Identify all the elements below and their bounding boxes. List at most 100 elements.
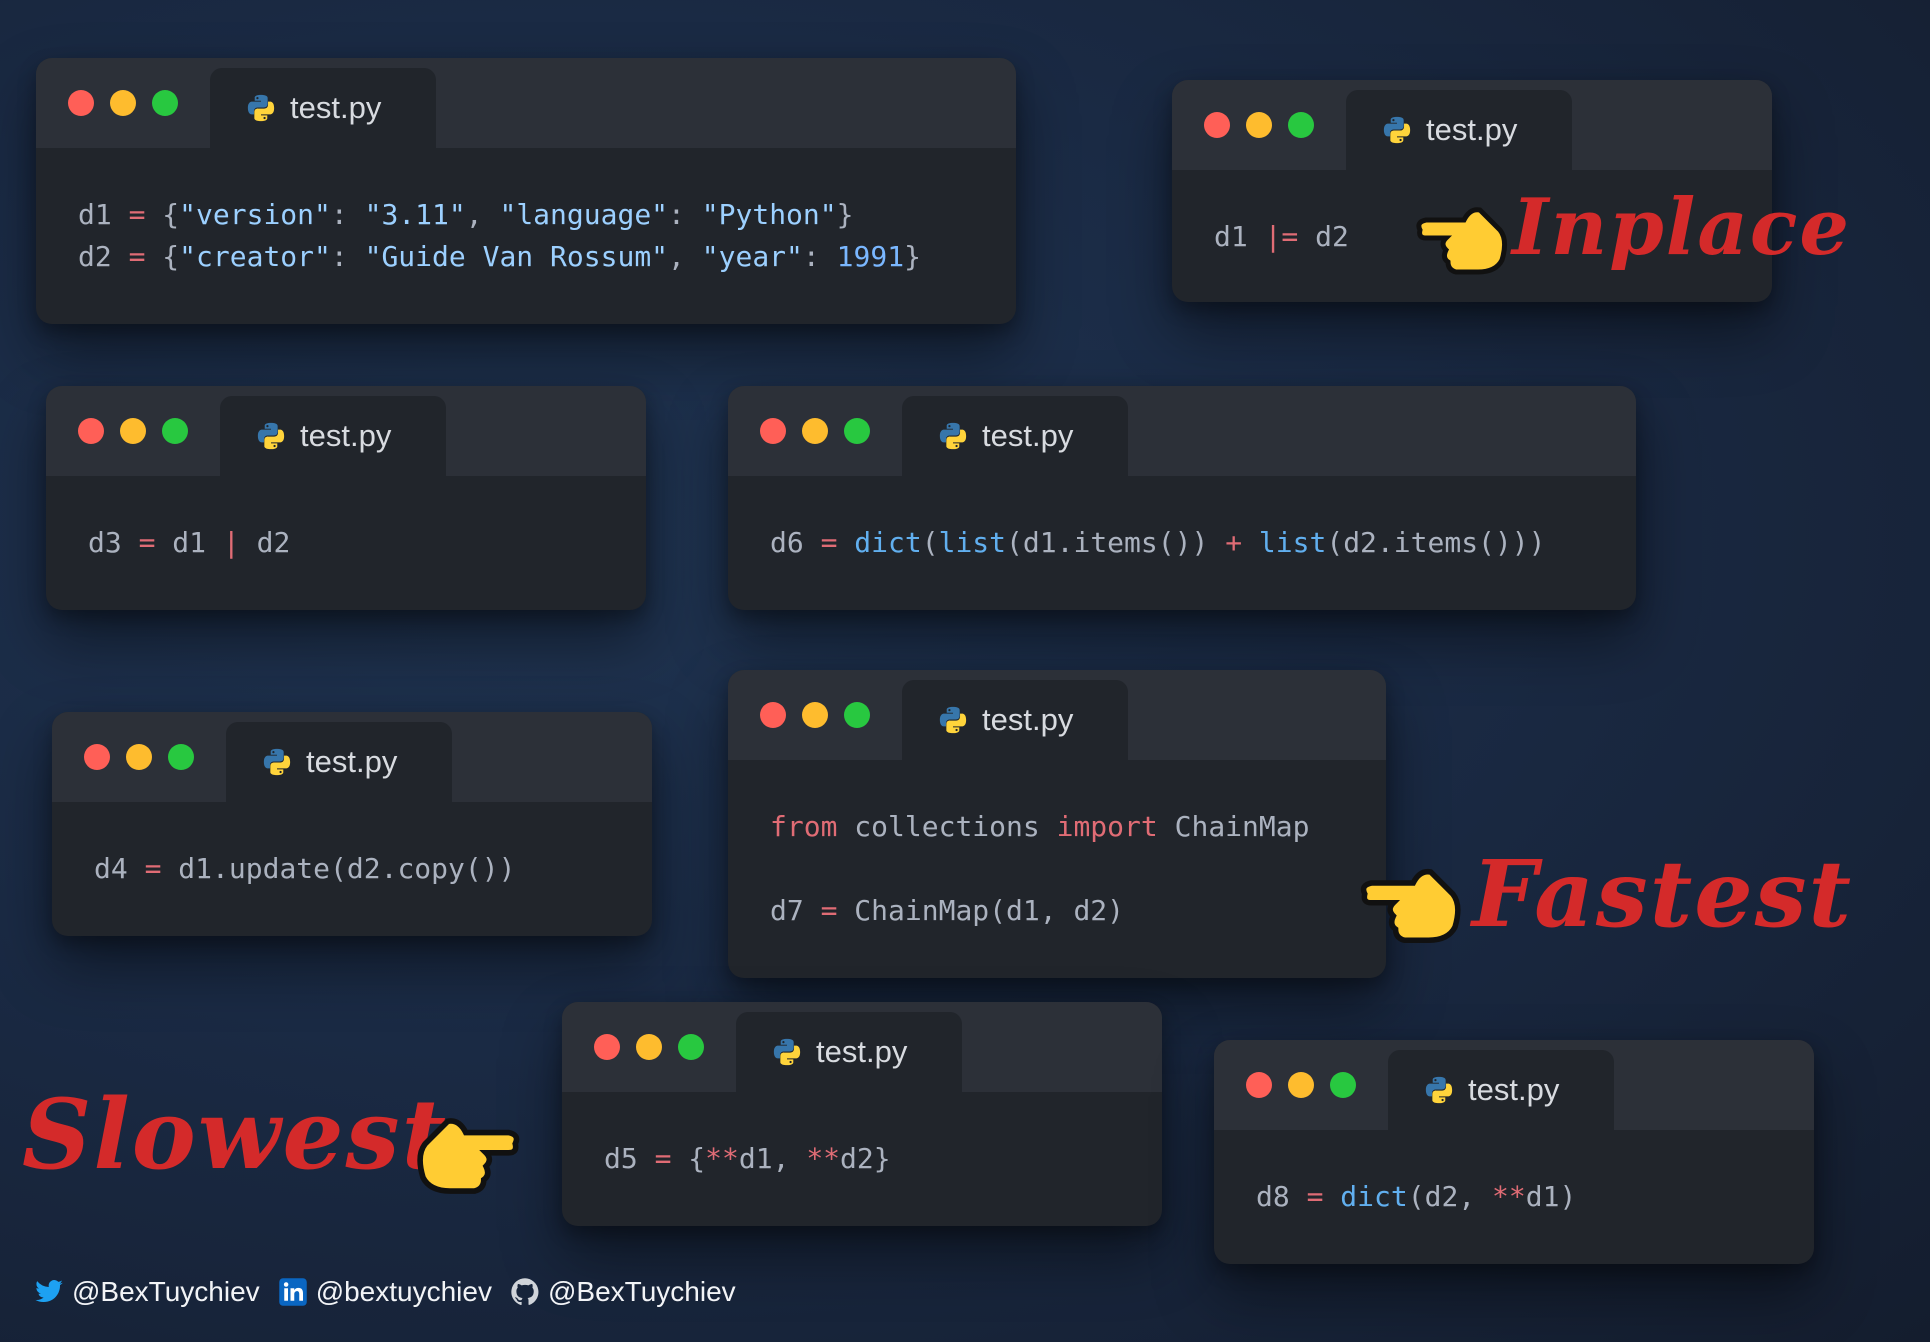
minimize-dot-icon[interactable] (110, 90, 136, 116)
code-token-kw: = (144, 852, 162, 885)
close-dot-icon[interactable] (78, 418, 104, 444)
github-handle[interactable]: @BexTuychiev (510, 1276, 736, 1308)
maximize-dot-icon[interactable] (162, 418, 188, 444)
close-dot-icon[interactable] (760, 418, 786, 444)
code-block: d6 = dict(list(d1.items()) + list(d2.ite… (728, 476, 1636, 564)
footer: @BexTuychiev @bextuychiev @BexTuychiev (34, 1276, 754, 1308)
code-token-kw: ** (705, 1142, 739, 1175)
code-token-kw: |= (1264, 220, 1299, 253)
maximize-dot-icon[interactable] (678, 1034, 704, 1060)
code-token-str: "language" (499, 198, 669, 231)
close-dot-icon[interactable] (84, 744, 110, 770)
close-dot-icon[interactable] (594, 1034, 620, 1060)
code-token: d5 (604, 1142, 655, 1175)
file-tab-label: test.py (982, 418, 1074, 453)
maximize-dot-icon[interactable] (1330, 1072, 1356, 1098)
code-token-str: "version" (179, 198, 331, 231)
python-logo-icon (1425, 1076, 1453, 1104)
window-controls (594, 1034, 704, 1060)
code-window: test.py d3 = d1 | d2 (46, 386, 646, 610)
code-token-num: 1991 (836, 240, 905, 273)
code-line: d5 = {**d1, **d2} (604, 1138, 1162, 1180)
python-logo-icon (247, 94, 275, 122)
github-icon (511, 1278, 539, 1306)
file-tab[interactable]: test.py (210, 68, 436, 148)
maximize-dot-icon[interactable] (844, 418, 870, 444)
minimize-dot-icon[interactable] (120, 418, 146, 444)
code-token: d1 (1214, 220, 1265, 253)
minimize-dot-icon[interactable] (1288, 1072, 1314, 1098)
file-tab[interactable]: test.py (1346, 90, 1572, 170)
code-block: d1 = {"version": "3.11", "language": "Py… (36, 148, 1016, 278)
linkedin-handle-text: @bextuychiev (315, 1276, 492, 1307)
code-token: { (145, 240, 180, 273)
file-tab[interactable]: test.py (220, 396, 446, 476)
code-token: , (668, 240, 702, 273)
code-token: ( (921, 526, 939, 559)
window-titlebar: test.py (728, 386, 1636, 476)
maximize-dot-icon[interactable] (1288, 112, 1314, 138)
file-tab-label: test.py (300, 418, 392, 453)
code-token-str: "Guide Van Rossum" (364, 240, 669, 273)
minimize-dot-icon[interactable] (802, 418, 828, 444)
minimize-dot-icon[interactable] (636, 1034, 662, 1060)
window-controls (1204, 112, 1314, 138)
file-tab[interactable]: test.py (226, 722, 452, 802)
code-window: test.py from collections import ChainMap … (728, 670, 1386, 978)
close-dot-icon[interactable] (1204, 112, 1230, 138)
code-line: d7 = ChainMap(d1, d2) (770, 890, 1386, 932)
window-titlebar: test.py (728, 670, 1386, 760)
code-line: d4 = d1.update(d2.copy()) (94, 848, 652, 890)
window-controls (760, 418, 870, 444)
code-block: d3 = d1 | d2 (46, 476, 646, 564)
close-dot-icon[interactable] (68, 90, 94, 116)
code-line: d6 = dict(list(d1.items()) + list(d2.ite… (770, 522, 1636, 564)
linkedin-handle[interactable]: @bextuychiev (278, 1276, 492, 1308)
close-dot-icon[interactable] (760, 702, 786, 728)
pointing-hand-icon (417, 1118, 520, 1194)
file-tab[interactable]: test.py (1388, 1050, 1614, 1130)
code-token-kw: = (820, 894, 838, 927)
code-token: d4 (94, 852, 145, 885)
code-token-str: "3.11" (364, 198, 466, 231)
minimize-dot-icon[interactable] (126, 744, 152, 770)
code-token: d1.update(d2.copy()) (161, 852, 516, 885)
window-controls (84, 744, 194, 770)
code-token-kw: + (1225, 526, 1243, 559)
code-token: : (330, 240, 365, 273)
code-block: from collections import ChainMap d7 = Ch… (728, 760, 1386, 932)
window-titlebar: test.py (562, 1002, 1162, 1092)
file-tab[interactable]: test.py (902, 396, 1128, 476)
code-token-kw: = (820, 526, 838, 559)
file-tab[interactable]: test.py (902, 680, 1128, 760)
code-token: collections (837, 810, 1057, 843)
file-tab-label: test.py (1468, 1072, 1560, 1107)
code-token: : (668, 198, 702, 231)
file-tab[interactable]: test.py (736, 1012, 962, 1092)
window-titlebar: test.py (1172, 80, 1772, 170)
python-logo-icon (773, 1038, 801, 1066)
pointing-hand-icon (1360, 868, 1461, 943)
window-controls (1246, 1072, 1356, 1098)
maximize-dot-icon[interactable] (168, 744, 194, 770)
code-token-kw: = (1306, 1180, 1324, 1213)
code-token-kw: = (654, 1142, 672, 1175)
python-logo-icon (1383, 116, 1411, 144)
code-block: d8 = dict(d2, **d1) (1214, 1130, 1814, 1218)
twitter-icon (35, 1280, 63, 1303)
code-token: d8 (1256, 1180, 1307, 1213)
code-window: test.py d8 = dict(d2, **d1) (1214, 1040, 1814, 1264)
minimize-dot-icon[interactable] (1246, 112, 1272, 138)
code-token: : (802, 240, 837, 273)
minimize-dot-icon[interactable] (802, 702, 828, 728)
code-token-kw: ** (1492, 1180, 1526, 1213)
twitter-handle-text: @BexTuychiev (72, 1276, 260, 1307)
slowest-annotation: Slowest (22, 1078, 448, 1191)
maximize-dot-icon[interactable] (844, 702, 870, 728)
close-dot-icon[interactable] (1246, 1072, 1272, 1098)
code-token: d1, (738, 1142, 807, 1175)
code-token-kw: = (128, 198, 146, 231)
twitter-handle[interactable]: @BexTuychiev (34, 1276, 260, 1308)
maximize-dot-icon[interactable] (152, 90, 178, 116)
